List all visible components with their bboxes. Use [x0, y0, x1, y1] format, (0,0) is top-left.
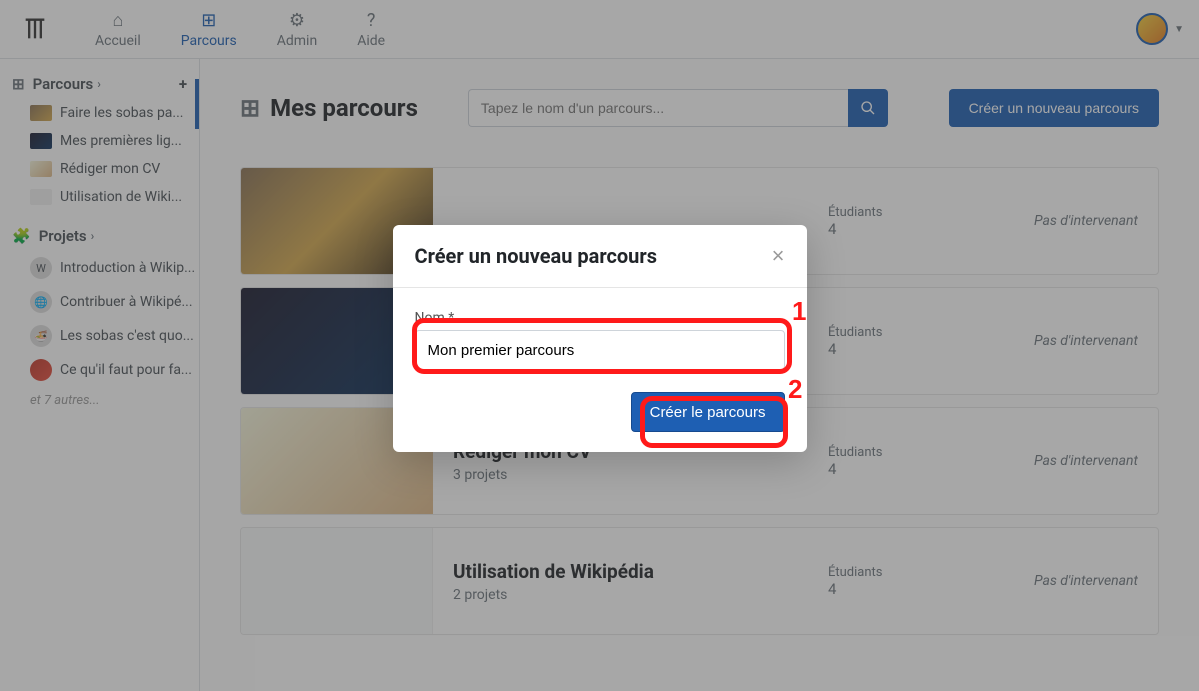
modal-header: Créer un nouveau parcours ×: [393, 225, 807, 288]
annotation-number-2: 2: [788, 374, 802, 405]
create-parcours-modal: Créer un nouveau parcours × Nom * Créer …: [393, 225, 807, 452]
modal-title: Créer un nouveau parcours: [415, 244, 772, 268]
modal-close-button[interactable]: ×: [772, 243, 785, 269]
annotation-number-1: 1: [792, 296, 806, 327]
close-icon: ×: [772, 243, 785, 268]
modal-body: Nom *: [393, 288, 807, 392]
name-label: Nom *: [415, 310, 785, 326]
parcours-name-input[interactable]: [415, 330, 785, 370]
modal-footer: Créer le parcours: [393, 392, 807, 452]
modal-overlay[interactable]: Créer un nouveau parcours × Nom * Créer …: [0, 0, 1199, 691]
create-submit-button[interactable]: Créer le parcours: [631, 392, 785, 432]
